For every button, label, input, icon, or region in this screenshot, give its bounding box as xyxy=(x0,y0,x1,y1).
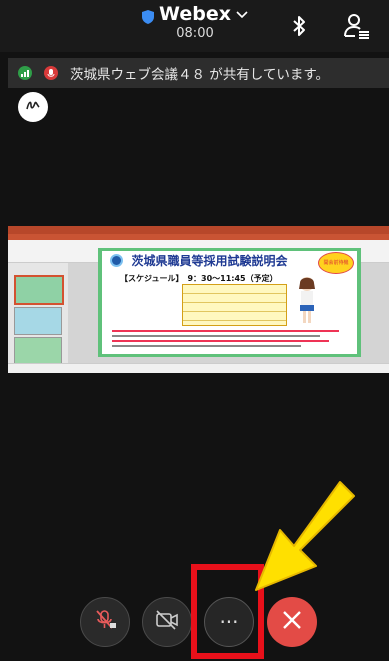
ppt-status-bar xyxy=(8,363,389,373)
chevron-down-icon xyxy=(236,3,248,25)
share-banner: 茨城県ウェブ会議４８ が共有しています。 xyxy=(8,58,389,88)
ppt-title-bar xyxy=(8,226,389,234)
video-button[interactable] xyxy=(142,597,192,647)
video-off-icon xyxy=(155,609,179,635)
slide-notes xyxy=(112,327,348,353)
current-slide: 茨城県職員等採用試験説明会 開会前待機 【スケジュール】 9：30～11:45（… xyxy=(98,248,361,357)
bluetooth-icon[interactable] xyxy=(287,14,311,38)
mute-button[interactable] xyxy=(80,597,130,647)
meeting-title-button[interactable]: Webex 08:00 xyxy=(142,3,248,49)
shared-screen[interactable]: 茨城県職員等採用試験説明会 開会前待機 【スケジュール】 9：30～11:45（… xyxy=(8,226,389,373)
share-banner-text: 茨城県ウェブ会議４８ が共有しています。 xyxy=(70,67,330,83)
schedule-table xyxy=(182,284,287,326)
app-title: Webex xyxy=(159,3,231,25)
leave-icon xyxy=(280,608,304,636)
character-illustration xyxy=(290,275,324,325)
participants-icon[interactable] xyxy=(343,12,371,40)
meeting-time: 08:00 xyxy=(176,26,214,41)
muted-microphone-icon xyxy=(93,608,117,636)
leave-meeting-button[interactable] xyxy=(267,597,317,647)
shield-icon xyxy=(142,7,155,24)
slide-thumbnails xyxy=(8,263,68,365)
slide-thumbnail xyxy=(14,307,62,335)
slide-title: 茨城県職員等採用試験説明会 xyxy=(131,254,288,268)
arrow-pointer-icon xyxy=(248,478,360,598)
presenter-icon xyxy=(44,66,58,80)
annotate-button[interactable] xyxy=(18,92,48,122)
signal-icon xyxy=(18,66,32,80)
pen-icon xyxy=(25,98,41,117)
slide-badge: 開会前待機 xyxy=(318,252,354,274)
slide-thumbnail xyxy=(14,275,64,305)
slide-thumbnail xyxy=(14,337,62,365)
